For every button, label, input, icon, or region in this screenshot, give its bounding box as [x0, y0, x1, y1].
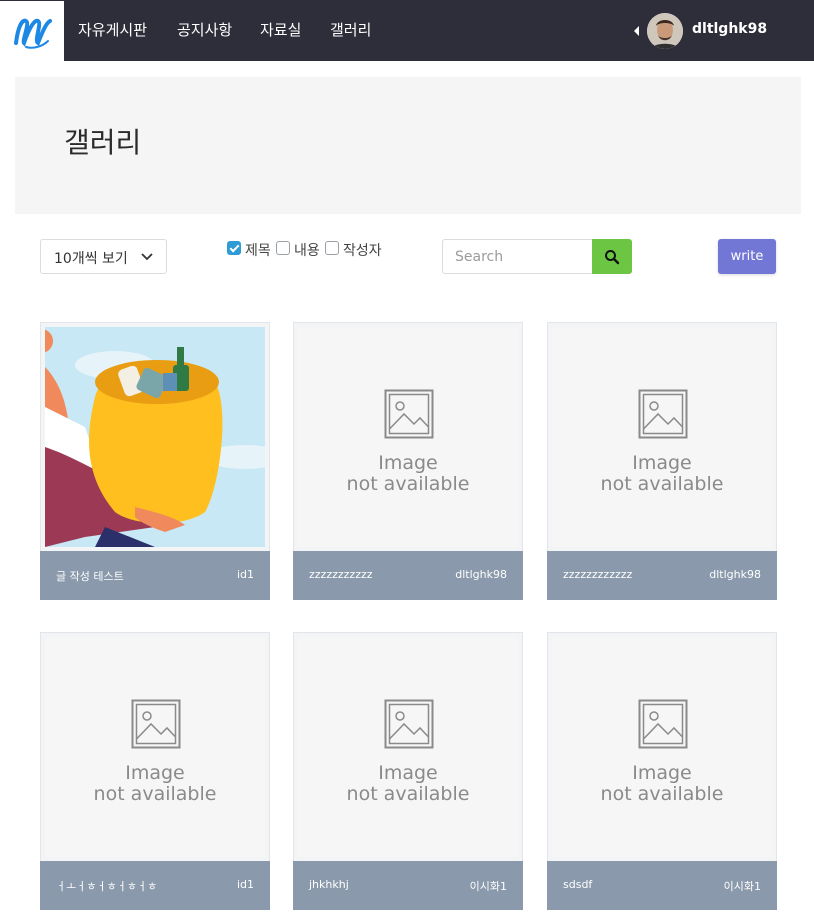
user-menu-caret-icon[interactable] [634, 26, 639, 36]
placeholder-text-line1: Image [378, 452, 438, 474]
gallery-card[interactable]: Image not available sdsdf 이시화1 [547, 632, 777, 910]
logo-icon [14, 18, 52, 49]
card-title[interactable]: zzzzzzzzzzzz [563, 568, 632, 581]
placeholder-text-line2: not available [600, 473, 724, 495]
placeholder-text-line2: not available [600, 783, 724, 805]
image-placeholder-icon [131, 699, 181, 749]
placeholder-text-line1: Image [125, 762, 185, 784]
placeholder-text-line2: not available [346, 473, 470, 495]
placeholder-text-line1: Image [378, 762, 438, 784]
filter-title-checkbox[interactable] [227, 241, 241, 255]
card-thumbnail-placeholder: Image not available [552, 327, 772, 547]
site-logo[interactable] [0, 0, 64, 61]
card-footer: jhkhkhj 이시화1 [293, 861, 523, 910]
filter-content-label[interactable]: 내용 [294, 240, 320, 260]
per-page-label: 10개씩 보기 [54, 251, 128, 267]
card-title[interactable]: jhkhkhj [309, 878, 349, 891]
gallery-card[interactable]: Image not available zzzzzzzzzzzz dltlghk… [547, 322, 777, 600]
write-button[interactable]: write [718, 239, 776, 274]
username[interactable]: dltlghk98 [692, 21, 767, 37]
card-author: 이시화1 [469, 880, 507, 893]
placeholder-text-line1: Image [632, 762, 692, 784]
page-header: 갤러리 [15, 77, 801, 214]
card-footer: zzzzzzzzzzzz dltlghk98 [547, 551, 777, 600]
gallery-card[interactable]: Image not available zzzzzzzzzzz dltlghk9… [293, 322, 523, 600]
card-author: id1 [236, 568, 254, 581]
placeholder-text-line1: Image [632, 452, 692, 474]
filter-title-label[interactable]: 제목 [245, 240, 271, 260]
per-page-select[interactable]: 10개씩 보기 [40, 239, 167, 274]
placeholder-text-line2: not available [93, 783, 217, 805]
top-navbar: 자유게시판 공지사항 자료실 갤러리 dltlghk98 [0, 0, 814, 61]
card-footer: zzzzzzzzzzz dltlghk98 [293, 551, 523, 600]
card-author: dltlghk98 [709, 568, 761, 581]
card-thumbnail-placeholder: Image not available [552, 637, 772, 857]
filter-author-label[interactable]: 작성자 [343, 240, 382, 260]
card-thumbnail-illustration [45, 327, 265, 547]
image-placeholder-icon [638, 389, 688, 439]
chevron-down-icon [141, 253, 153, 261]
card-author: 이시화1 [723, 880, 761, 893]
nav-item-gallery[interactable]: 갤러리 [330, 19, 371, 40]
card-footer: 글 작성 테스트 id1 [40, 551, 270, 600]
nav-item-free-board[interactable]: 자유게시판 [78, 19, 147, 40]
search-button[interactable] [592, 239, 632, 274]
card-thumbnail-placeholder: Image not available [298, 637, 518, 857]
search-input[interactable] [442, 239, 594, 274]
user-avatar[interactable] [647, 13, 683, 49]
image-placeholder-icon [384, 389, 434, 439]
filter-author-checkbox[interactable] [325, 241, 339, 255]
page-title: 갤러리 [64, 126, 142, 159]
card-title[interactable]: zzzzzzzzzzz [309, 568, 373, 581]
card-thumbnail-placeholder: Image not available [298, 327, 518, 547]
search-icon [605, 250, 620, 265]
card-thumbnail-placeholder: Image not available [45, 637, 265, 857]
card-author: id1 [236, 878, 254, 891]
gallery-card[interactable]: Image not available ㅓㅗㅓㅎㅓㅎㅓㅎㅓㅎ id1 [40, 632, 270, 910]
card-footer: ㅓㅗㅓㅎㅓㅎㅓㅎㅓㅎ id1 [40, 861, 270, 910]
nav-item-notice[interactable]: 공지사항 [177, 19, 232, 40]
card-title[interactable]: ㅓㅗㅓㅎㅓㅎㅓㅎㅓㅎ [56, 878, 157, 894]
image-placeholder-icon [638, 699, 688, 749]
placeholder-text-line2: not available [346, 783, 470, 805]
filter-content-checkbox[interactable] [276, 241, 290, 255]
gallery-card[interactable]: 글 작성 테스트 id1 [40, 322, 270, 600]
image-placeholder-icon [384, 699, 434, 749]
card-author: dltlghk98 [455, 568, 507, 581]
nav-item-archive[interactable]: 자료실 [260, 19, 301, 40]
gallery-card[interactable]: Image not available jhkhkhj 이시화1 [293, 632, 523, 910]
card-footer: sdsdf 이시화1 [547, 861, 777, 910]
card-title[interactable]: sdsdf [563, 878, 592, 891]
card-title[interactable]: 글 작성 테스트 [56, 568, 124, 584]
